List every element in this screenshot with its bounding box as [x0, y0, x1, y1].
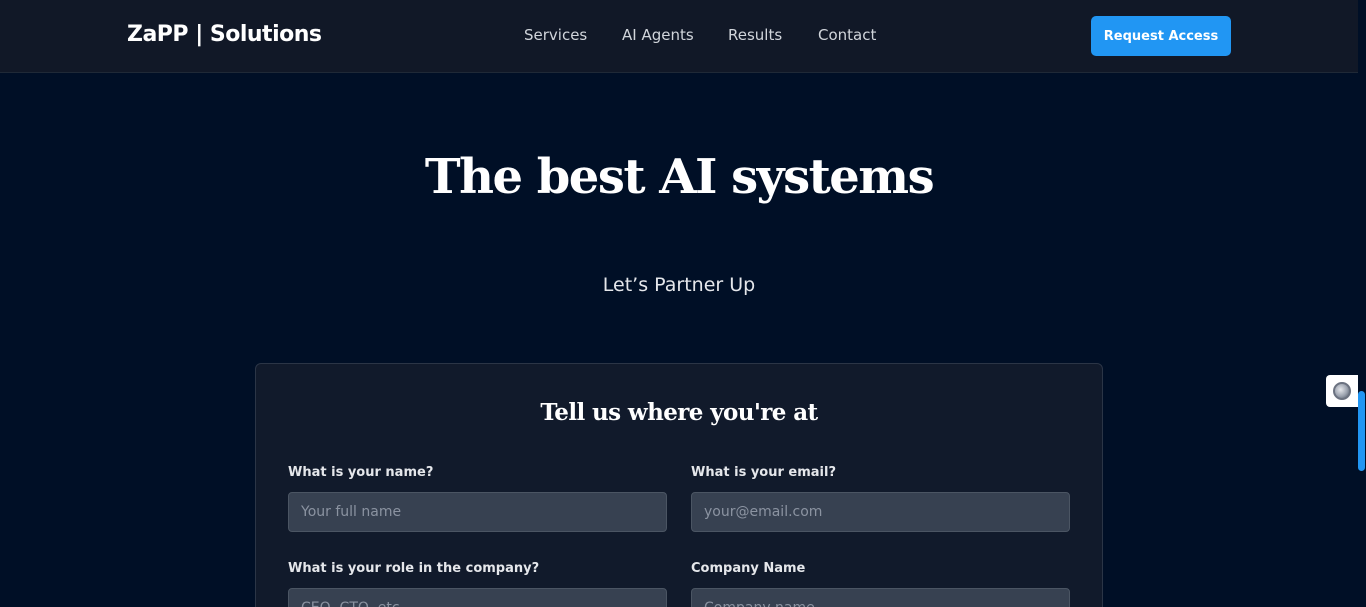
role-field-label: What is your role in the company?	[288, 561, 540, 576]
email-input[interactable]	[691, 492, 1070, 532]
name-field-label: What is your name?	[288, 465, 434, 480]
nav-link-results[interactable]: Results	[728, 24, 786, 46]
email-field-label: What is your email?	[691, 465, 837, 480]
chat-widget-icon	[1333, 382, 1351, 400]
company-field-label: Company Name	[691, 561, 806, 576]
nav-link-contact[interactable]: Contact	[818, 24, 876, 46]
main-nav: Services AI Agents Results Contact	[524, 24, 908, 46]
request-access-button[interactable]: Request Access	[1091, 16, 1231, 56]
hero-subtitle: Let’s Partner Up	[602, 274, 756, 296]
top-navbar: ZaPP | Solutions Services AI Agents Resu…	[0, 0, 1358, 73]
name-input[interactable]	[288, 492, 667, 532]
scrollbar-track[interactable]	[1358, 0, 1366, 607]
form-title: Tell us where you're at	[540, 399, 818, 426]
brand-logo[interactable]: ZaPP | Solutions	[127, 20, 322, 50]
hero-title: The best AI systems	[424, 149, 935, 205]
company-name-input[interactable]	[691, 588, 1070, 607]
scrollbar-thumb[interactable]	[1358, 391, 1365, 471]
nav-link-services[interactable]: Services	[524, 24, 590, 46]
role-input[interactable]	[288, 588, 667, 607]
nav-link-ai-agents[interactable]: AI Agents	[622, 24, 696, 46]
chat-widget-button[interactable]	[1326, 375, 1358, 407]
contact-form-card: Tell us where you're at What is your nam…	[255, 363, 1103, 607]
